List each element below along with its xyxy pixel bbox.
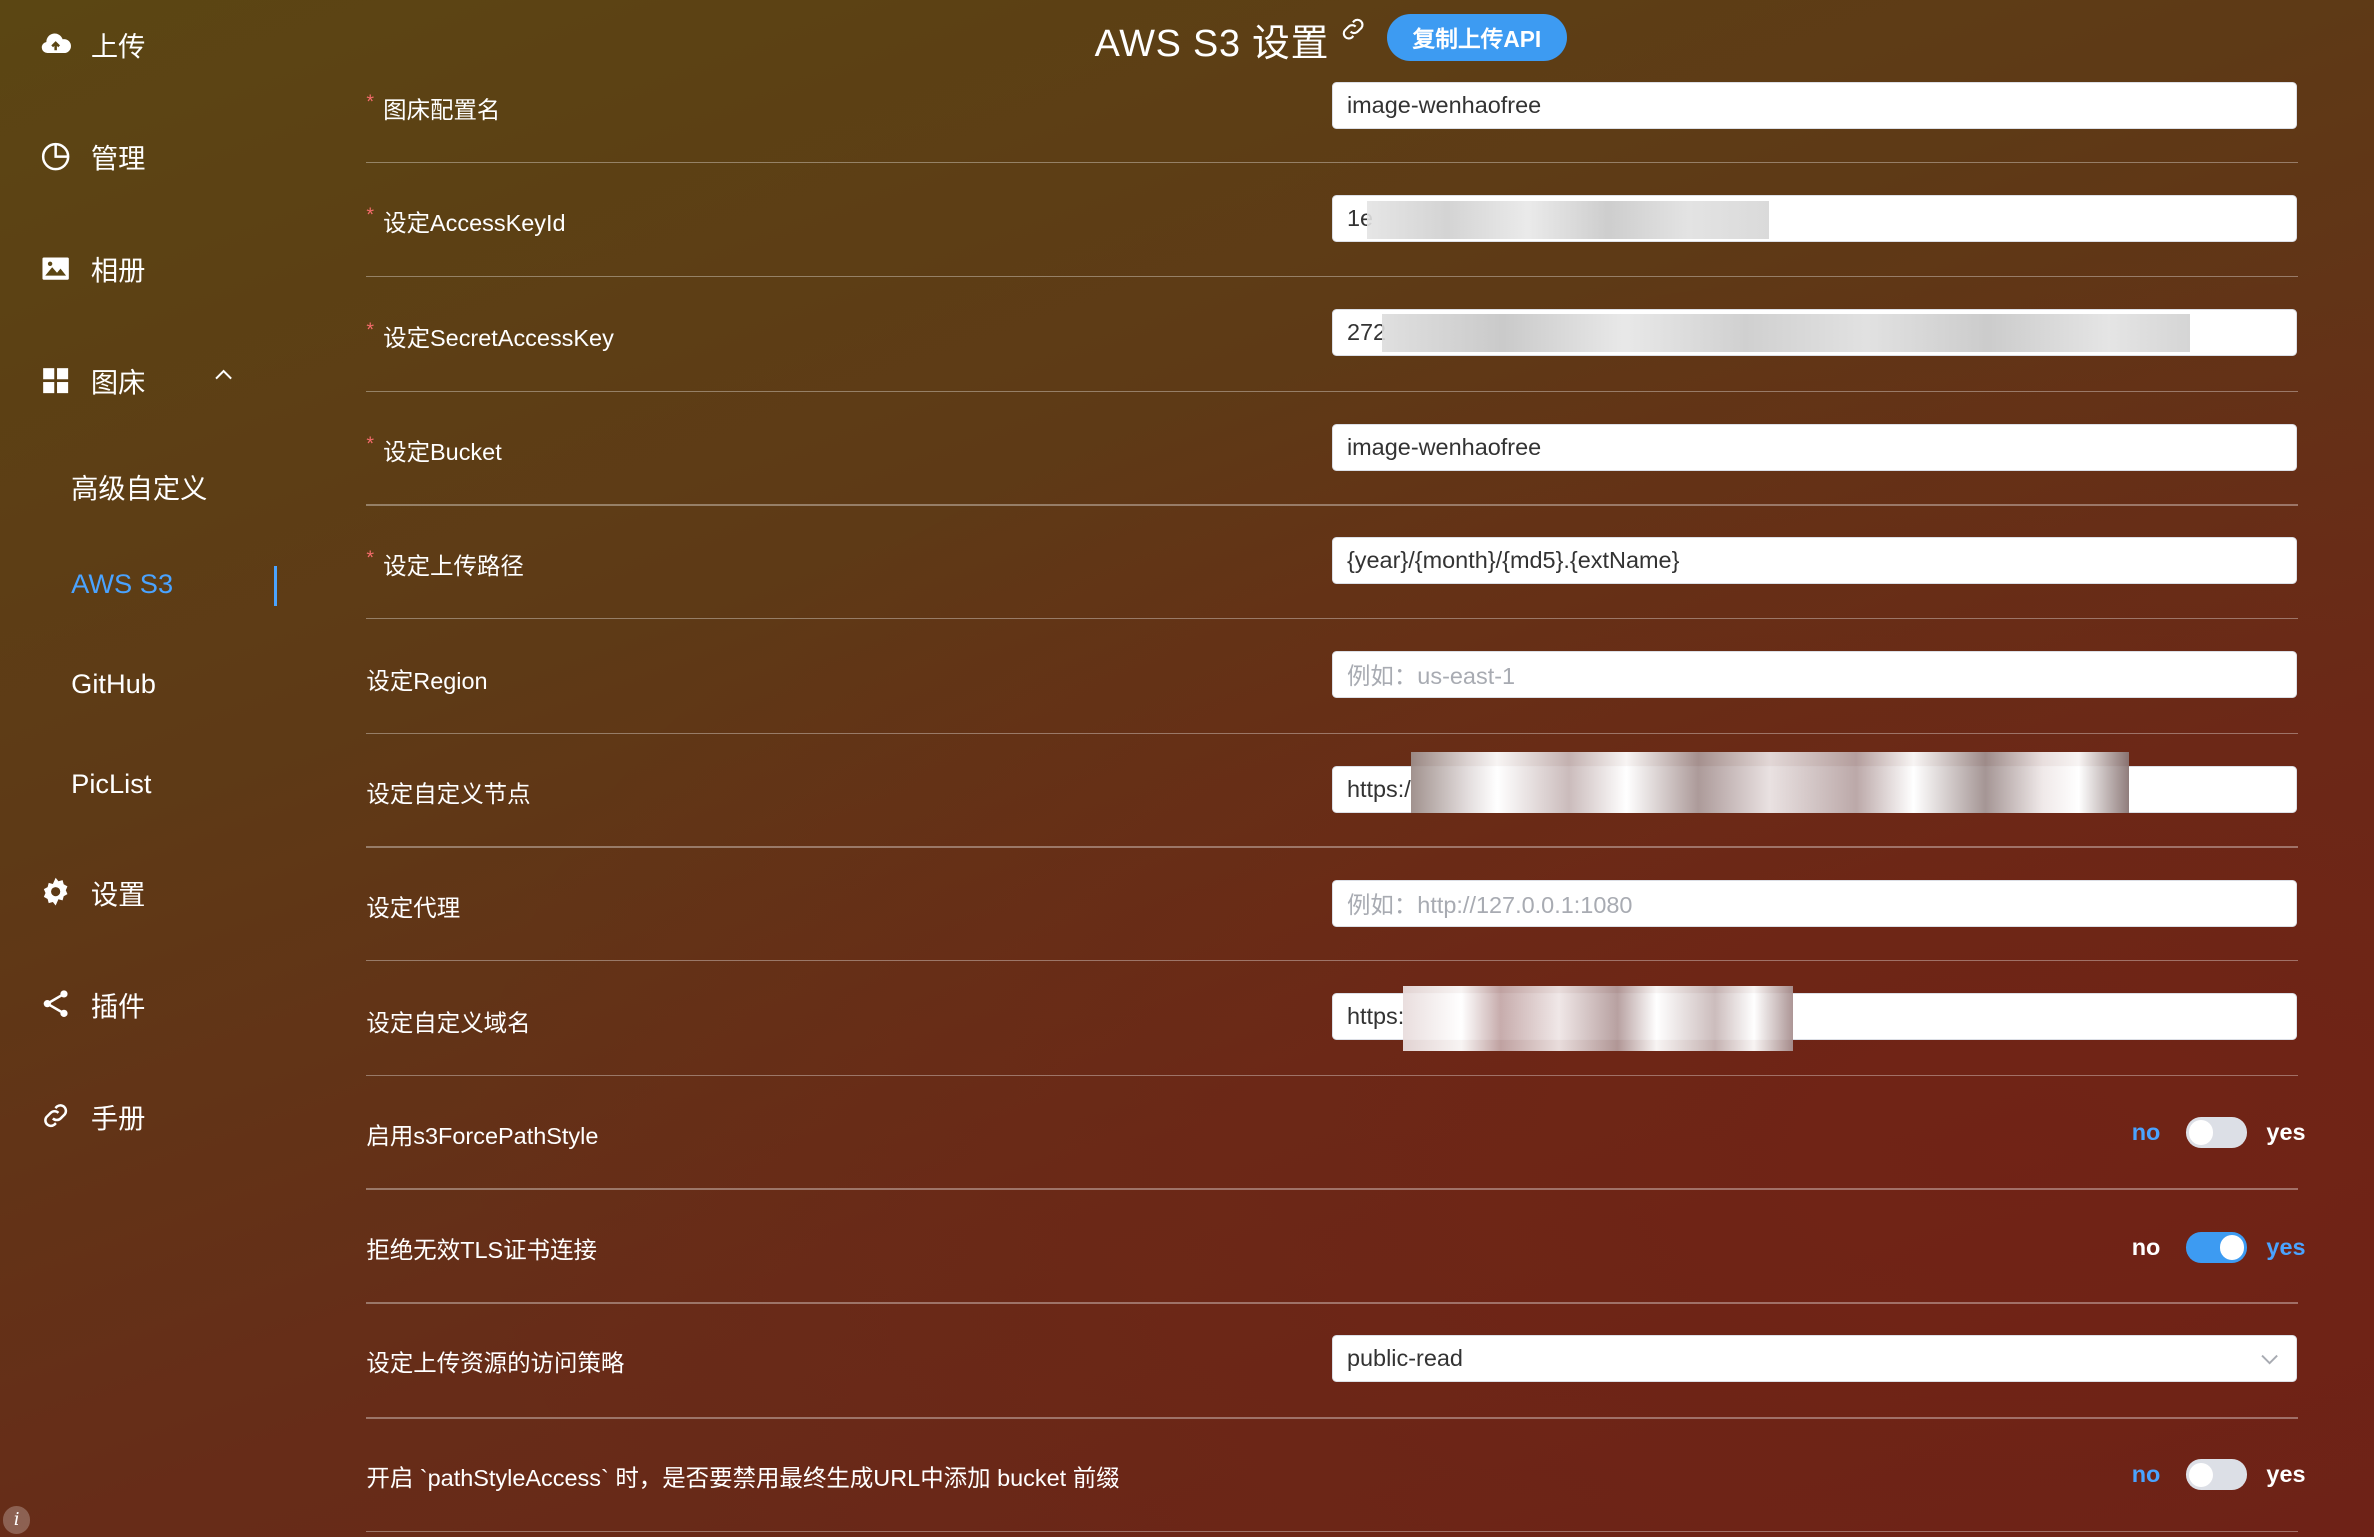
switch-off-label: no [2131,1461,2161,1488]
divider [366,1302,2299,1304]
required-mark: * [366,204,375,227]
access-key-input[interactable]: 1e [1332,195,2297,243]
region-label: 设定Region [366,667,488,694]
redacted-blur [1403,985,1793,1051]
nav-manual-label: 手册 [90,1103,146,1135]
divider [366,504,2299,506]
nav-picbed-label: 图床 [90,367,146,399]
gear-icon [44,878,68,906]
upload-path-label: * 设定上传路径 [366,546,524,579]
reject-tls-switch[interactable] [2186,1232,2247,1263]
switch-knob [2219,1235,2244,1260]
chevron-down-icon [2261,1355,2279,1365]
region-input[interactable]: 例如：us-east-1 [1332,651,2297,698]
required-mark: * [366,546,375,569]
switch-off-label: no [2131,1234,2161,1261]
force-path-style-group: no yes [2120,1117,2306,1148]
picture-icon [42,257,70,280]
acl-select[interactable]: public-read [1332,1335,2297,1383]
nav-manage[interactable]: 管理 [39,136,145,176]
share-icon [44,990,68,1018]
nav-plugins-label: 插件 [90,991,146,1023]
switch-on-label: yes [2266,1118,2306,1145]
bucket-input[interactable]: image-wenhaofree [1332,423,2297,471]
divider [366,732,2299,735]
divider [366,390,2299,393]
custom-domain-label: 设定自定义域名 [366,1009,531,1036]
divider [366,1074,2299,1077]
proxy-input[interactable]: 例如：http://127.0.0.1:1080 [1332,879,2297,927]
switch-on-label: yes [2266,1234,2306,1261]
nav-plugins[interactable]: 插件 [39,984,145,1024]
chevron-up-icon[interactable] [213,365,234,386]
pie-chart-icon [42,142,70,170]
proxy-label: 设定代理 [366,894,461,921]
redacted-blur [1411,752,2129,813]
secret-key-input[interactable]: 272 [1332,308,2297,356]
cloud-upload-icon [42,33,72,53]
copy-upload-api-button[interactable]: 复制上传API [1386,13,1567,61]
secret-key-label: * 设定SecretAccessKey [366,319,614,352]
force-path-style-label: 启用s3ForcePathStyle [366,1123,599,1150]
config-name-input[interactable]: image-wenhaofree [1332,81,2297,129]
acl-label: 设定上传资源的访问策略 [366,1350,625,1377]
nav-gallery-label: 相册 [90,255,146,287]
nav-manual[interactable]: 手册 [39,1096,145,1136]
page-title: AWS S3 设置 [1094,23,1330,66]
disable-bucket-prefix-switch[interactable] [2186,1459,2247,1490]
divider [366,959,2299,962]
endpoint-value: https:/ [1346,776,1411,803]
config-name-label: * 图床配置名 [366,90,501,123]
nav-upload-label: 上传 [90,31,146,63]
divider [366,275,2299,278]
switch-on-label: yes [2266,1461,2306,1488]
link-icon [44,1104,68,1128]
nav-gallery[interactable]: 相册 [39,248,145,288]
nav-upload[interactable]: 上传 [39,24,145,64]
active-indicator [274,566,278,606]
nav-manage-label: 管理 [90,143,146,175]
redacted-blur [1366,200,1770,239]
link-icon[interactable] [1338,14,1368,44]
nav-sub-github[interactable]: GitHub [71,668,156,700]
endpoint-label: 设定自定义节点 [366,781,531,808]
nav-sub-aws-s3[interactable]: AWS S3 [71,568,173,600]
switch-knob [2189,1462,2214,1487]
disable-bucket-prefix-group: no yes [2120,1459,2306,1490]
custom-domain-value: https: [1346,1003,1405,1030]
divider [366,1530,2299,1533]
app-window: { "sidebar": { "upload": "上传", "manage":… [0,0,2374,1537]
divider [366,1417,2299,1419]
force-path-style-switch[interactable] [2186,1117,2247,1148]
nav-settings-label: 设置 [90,879,146,911]
disable-bucket-prefix-label: 开启 `pathStyleAccess` 时，是否要禁用最终生成URL中添加 b… [366,1465,1120,1492]
nav-sub-advanced[interactable]: 高级自定义 [71,466,207,506]
reject-tls-group: no yes [2120,1232,2306,1263]
nav-picbed[interactable]: 图床 [39,360,145,400]
switch-off-label: no [2131,1118,2161,1145]
required-mark: * [366,319,375,342]
info-icon[interactable]: i [3,1506,31,1534]
divider [366,161,2299,164]
grid-icon [43,367,69,393]
upload-path-input[interactable]: {year}/{month}/{md5}.{extName} [1332,537,2297,585]
redacted-blur [1381,314,2191,353]
secret-key-value: 272 [1346,318,1387,345]
nav-settings[interactable]: 设置 [39,872,145,912]
nav-sub-piclist[interactable]: PicList [71,768,151,800]
reject-tls-label: 拒绝无效TLS证书连接 [366,1236,598,1263]
bucket-label: * 设定Bucket [366,433,502,465]
divider [366,1188,2299,1190]
required-mark: * [366,433,375,455]
divider [366,617,2299,620]
switch-knob [2189,1120,2214,1145]
access-key-label: * 设定AccessKeyId [366,204,566,237]
divider [366,846,2299,848]
acl-selected-value: public-read [1346,1345,1463,1372]
required-mark: * [366,90,375,113]
